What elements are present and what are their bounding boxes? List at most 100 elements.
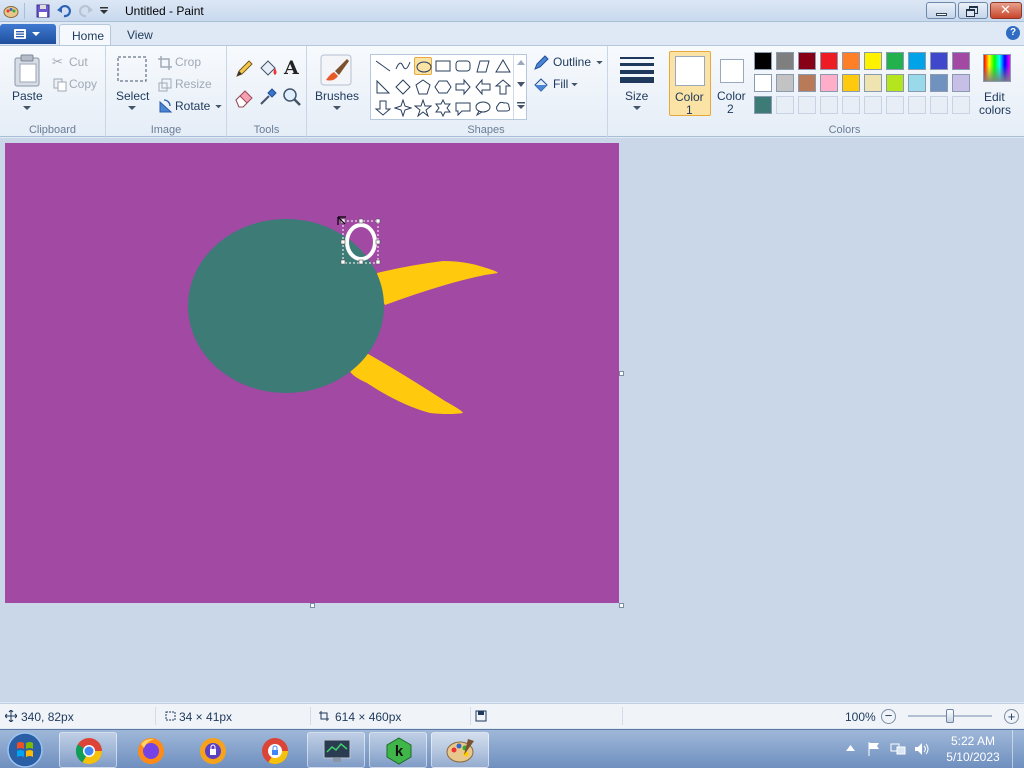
palette-swatch[interactable]	[776, 96, 794, 114]
redo-icon[interactable]	[78, 3, 94, 19]
network-icon[interactable]	[890, 741, 906, 757]
shape-rectangle-icon[interactable]	[434, 57, 452, 75]
taskbar-firefox[interactable]	[121, 732, 179, 768]
palette-swatch[interactable]	[908, 52, 926, 70]
shape-polygon-icon[interactable]	[474, 57, 492, 75]
shape-curve-icon[interactable]	[394, 57, 412, 75]
shapes-scroll[interactable]	[513, 55, 527, 119]
shape-up-arrow-icon[interactable]	[494, 78, 512, 96]
paint-app-icon[interactable]	[3, 3, 19, 19]
palette-swatch[interactable]	[908, 96, 926, 114]
shape-line-icon[interactable]	[374, 57, 392, 75]
shape-rounded-rectangle-icon[interactable]	[454, 57, 472, 75]
select-button[interactable]: Select	[112, 52, 152, 114]
palette-swatch[interactable]	[820, 96, 838, 114]
color2-button[interactable]: Color 2	[713, 51, 753, 116]
resize-button[interactable]: Resize	[158, 76, 218, 94]
palette-swatch[interactable]	[754, 52, 772, 70]
tab-view[interactable]: View	[115, 24, 165, 46]
file-menu-button[interactable]	[0, 24, 56, 44]
help-icon[interactable]: ?	[1006, 26, 1020, 40]
shape-oval-icon[interactable]	[414, 57, 432, 75]
zoom-in-button[interactable]: +	[1004, 709, 1019, 724]
taskbar-paint[interactable]	[431, 732, 489, 768]
shape-five-point-star-icon[interactable]	[413, 98, 433, 118]
palette-swatch[interactable]	[798, 74, 816, 92]
palette-swatch[interactable]	[930, 74, 948, 92]
shape-hexagon-icon[interactable]	[434, 78, 452, 96]
palette-swatch[interactable]	[864, 52, 882, 70]
shape-right-arrow-icon[interactable]	[454, 78, 472, 96]
copy-button[interactable]: Copy	[52, 76, 102, 94]
palette-swatch[interactable]	[798, 52, 816, 70]
palette-swatch[interactable]	[886, 52, 904, 70]
save-icon[interactable]	[35, 3, 51, 19]
palette-swatch[interactable]	[776, 52, 794, 70]
volume-icon[interactable]	[914, 741, 930, 757]
taskbar-chrome[interactable]	[59, 732, 117, 768]
shape-four-point-star-icon[interactable]	[393, 98, 413, 118]
action-center-flag-icon[interactable]	[866, 741, 882, 757]
shape-pentagon-icon[interactable]	[414, 78, 432, 96]
palette-swatch[interactable]	[798, 96, 816, 114]
zoom-out-button[interactable]: −	[881, 709, 896, 724]
tab-home[interactable]: Home	[59, 24, 111, 46]
canvas-resize-handle-bottom[interactable]	[310, 603, 315, 608]
shape-right-triangle-icon[interactable]	[374, 78, 392, 96]
shape-oval-callout-icon[interactable]	[474, 99, 492, 117]
canvas-resize-handle-right[interactable]	[619, 371, 624, 376]
palette-swatch[interactable]	[754, 74, 772, 92]
cut-button[interactable]: ✂ Cut	[52, 54, 102, 72]
outline-button[interactable]: Outline	[533, 54, 605, 72]
size-button[interactable]: Size	[616, 52, 658, 114]
minimize-button[interactable]	[926, 2, 956, 19]
palette-swatch[interactable]	[952, 74, 970, 92]
clock[interactable]: 5:22 AM 5/10/2023	[940, 734, 1006, 764]
close-button[interactable]: ✕	[990, 2, 1022, 19]
palette-swatch[interactable]	[886, 96, 904, 114]
taskbar-browser-a[interactable]	[183, 732, 241, 768]
shape-six-point-star-icon[interactable]	[434, 98, 452, 118]
canvas-workspace[interactable]	[0, 138, 1024, 702]
eraser-tool[interactable]	[233, 86, 255, 108]
palette-swatch[interactable]	[908, 74, 926, 92]
palette-swatch[interactable]	[842, 74, 860, 92]
palette-swatch[interactable]	[930, 96, 948, 114]
palette-swatch[interactable]	[864, 96, 882, 114]
show-hidden-icons-icon[interactable]	[846, 745, 855, 751]
taskbar-browser-b[interactable]	[245, 732, 303, 768]
edit-colors-button[interactable]: Edit colors	[975, 52, 1021, 117]
crop-button[interactable]: Crop	[158, 54, 218, 72]
palette-swatch[interactable]	[952, 52, 970, 70]
palette-swatch[interactable]	[952, 96, 970, 114]
undo-icon[interactable]	[56, 3, 72, 19]
taskbar-k-app[interactable]: k	[369, 732, 427, 768]
palette-swatch[interactable]	[864, 74, 882, 92]
start-button[interactable]	[4, 731, 46, 768]
brushes-button[interactable]: Brushes	[311, 52, 363, 114]
customize-toolbar-chevron-icon[interactable]	[99, 5, 115, 21]
palette-swatch[interactable]	[776, 74, 794, 92]
palette-swatch[interactable]	[930, 52, 948, 70]
shape-down-arrow-icon[interactable]	[374, 99, 392, 117]
fill-button[interactable]: Fill	[533, 76, 583, 94]
color-picker-tool[interactable]	[257, 86, 279, 108]
palette-swatch[interactable]	[754, 96, 772, 114]
rotate-button[interactable]: Rotate	[158, 98, 224, 116]
shape-left-arrow-icon[interactable]	[474, 78, 492, 96]
palette-swatch[interactable]	[820, 52, 838, 70]
palette-swatch[interactable]	[820, 74, 838, 92]
taskbar-system-monitor[interactable]	[307, 732, 365, 768]
palette-swatch[interactable]	[842, 52, 860, 70]
zoom-slider-thumb[interactable]	[946, 709, 954, 723]
shape-diamond-icon[interactable]	[394, 78, 412, 96]
palette-swatch[interactable]	[886, 74, 904, 92]
paste-button[interactable]: Paste	[8, 52, 48, 114]
color1-button[interactable]: Color 1	[669, 51, 711, 117]
show-desktop-button[interactable]	[1012, 730, 1024, 768]
palette-swatch[interactable]	[842, 96, 860, 114]
shape-triangle-icon[interactable]	[494, 57, 512, 75]
canvas-resize-handle-corner[interactable]	[619, 603, 624, 608]
text-tool[interactable]: A	[281, 57, 303, 80]
fill-tool[interactable]	[257, 58, 279, 80]
